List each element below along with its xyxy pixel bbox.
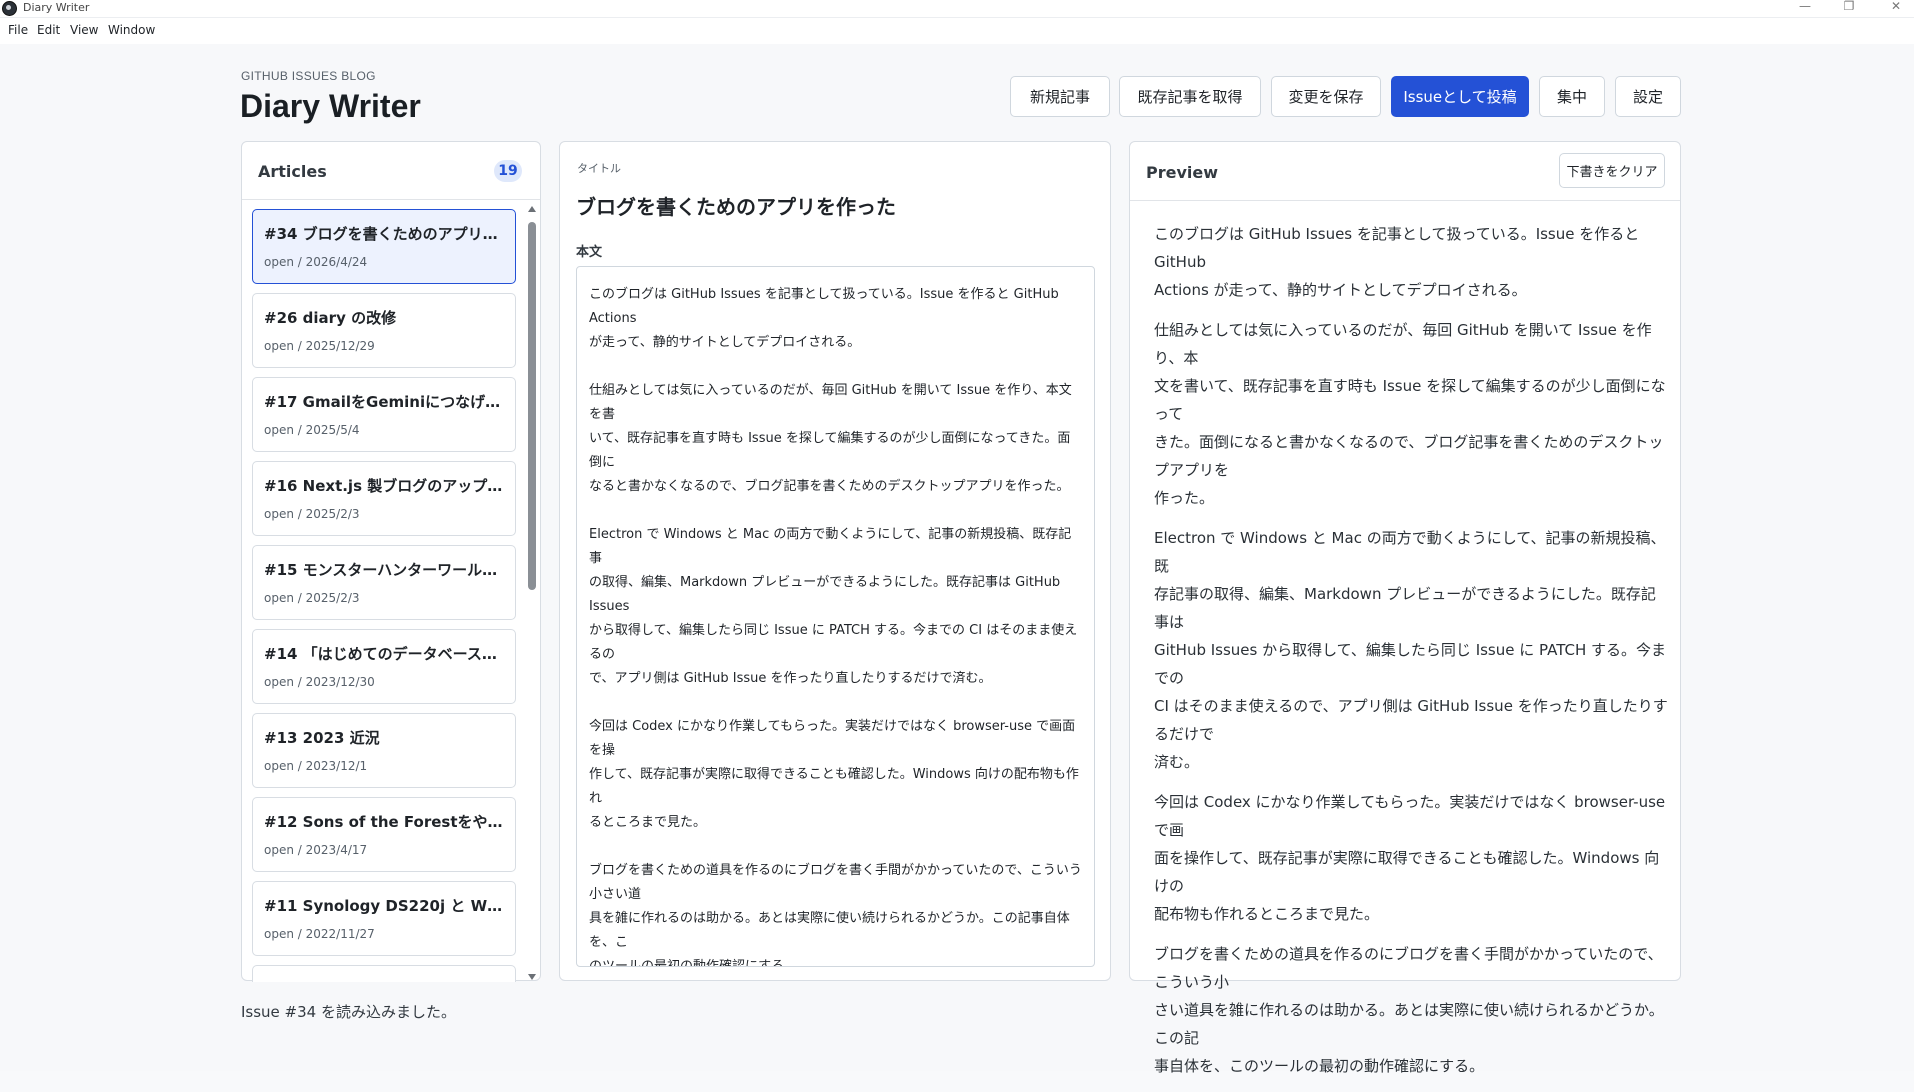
preview-paragraph: 仕組みとしては気に入っているのだが、毎回 GitHub を開いて Issue を… <box>1154 321 1666 507</box>
article-meta: open / 2025/2/3 <box>264 507 360 521</box>
body-paragraph: ブログを書くための道具を作るのにブログを書く手間がかかっていたので、こういう小さ… <box>589 863 1082 967</box>
menu-bar: File Edit View Window <box>0 18 1914 45</box>
article-item[interactable]: #14 「はじめてのデータベース設計」... open / 2023/12/30 <box>252 629 516 704</box>
preview-paragraph: このブログは GitHub Issues を記事として扱っている。Issue を… <box>1154 225 1640 299</box>
article-list[interactable]: #34 ブログを書くためのアプリを作った open / 2026/4/24 #2… <box>252 209 518 982</box>
title-label: タイトル <box>577 162 621 175</box>
scroll-up-icon[interactable] <box>528 206 536 212</box>
article-title: #26 diary の改修 <box>264 309 397 327</box>
app-icon <box>2 1 17 16</box>
post-issue-button[interactable]: Issueとして投稿 <box>1391 76 1529 117</box>
article-item[interactable]: #26 diary の改修 open / 2025/12/29 <box>252 293 516 368</box>
article-title: #12 Sons of the Forestをやり終えた <box>264 813 508 831</box>
article-item[interactable]: #17 GmailをGeminiにつなげる方法 open / 2025/5/4 <box>252 377 516 452</box>
window-title: Diary Writer <box>23 1 90 14</box>
body-textarea[interactable]: このブログは GitHub Issues を記事として扱っている。Issue を… <box>576 266 1095 967</box>
preview-heading: Preview <box>1146 163 1219 182</box>
body-label: 本文 <box>576 245 603 260</box>
close-icon[interactable]: ✕ <box>1884 0 1908 15</box>
new-article-button[interactable]: 新規記事 <box>1010 76 1110 117</box>
settings-button[interactable]: 設定 <box>1615 76 1681 117</box>
article-meta: open / 2026/4/24 <box>264 255 368 269</box>
title-input[interactable] <box>576 188 1056 222</box>
editor-panel: タイトル 本文 このブログは GitHub Issues を記事として扱っている… <box>559 141 1111 981</box>
article-meta: open / 2025/12/29 <box>264 339 375 353</box>
preview-content: このブログは GitHub Issues を記事として扱っている。Issue を… <box>1154 220 1669 1092</box>
body-paragraph: Electron で Windows と Mac の両方で動くようにして、記事の… <box>589 527 1078 686</box>
maximize-icon[interactable]: ❐ <box>1837 0 1861 15</box>
articles-heading: Articles <box>258 162 327 181</box>
article-item[interactable]: #13 2023 近況 open / 2023/12/1 <box>252 713 516 788</box>
menu-window[interactable]: Window <box>108 23 155 37</box>
article-item[interactable]: #11 Synology DS220j と WD80E... open / 20… <box>252 881 516 956</box>
article-title: #16 Next.js 製ブログのアップデート... <box>264 477 508 495</box>
article-item[interactable]: #34 ブログを書くためのアプリを作った open / 2026/4/24 <box>252 209 516 284</box>
article-title: #15 モンスターハンターワールドをはじ... <box>264 561 508 579</box>
save-changes-button[interactable]: 変更を保存 <box>1271 76 1381 117</box>
preview-panel: Preview 下書きをクリア このブログは GitHub Issues を記事… <box>1129 141 1681 1075</box>
article-title: #14 「はじめてのデータベース設計」... <box>264 645 508 663</box>
body-paragraph: このブログは GitHub Issues を記事として扱っている。Issue を… <box>589 287 1059 350</box>
article-list-scrollbar[interactable] <box>526 204 538 982</box>
article-item[interactable]: #16 Next.js 製ブログのアップデート... open / 2025/2… <box>252 461 516 536</box>
article-meta: open / 2025/2/3 <box>264 591 360 605</box>
articles-header-divider <box>242 199 540 200</box>
articles-count-badge: 19 <box>494 160 522 182</box>
body-paragraph: 仕組みとしては気に入っているのだが、毎回 GitHub を開いて Issue を… <box>589 383 1072 494</box>
menu-view[interactable]: View <box>70 23 98 37</box>
minimize-icon[interactable]: — <box>1793 0 1817 15</box>
body-paragraph: 今回は Codex にかなり作業してもらった。実装だけではなく browser-… <box>589 719 1079 830</box>
focus-button[interactable]: 集中 <box>1539 76 1605 117</box>
article-title: #17 GmailをGeminiにつなげる方法 <box>264 393 508 411</box>
menu-edit[interactable]: Edit <box>37 23 60 37</box>
scrollbar-thumb[interactable] <box>528 222 536 590</box>
preview-paragraph: 今回は Codex にかなり作業してもらった。実装だけではなく browser-… <box>1154 793 1666 923</box>
article-meta: open / 2023/12/1 <box>264 759 368 773</box>
status-message: Issue #34 を読み込みました。 <box>241 1003 456 1021</box>
scroll-down-icon[interactable] <box>528 974 536 980</box>
menu-file[interactable]: File <box>8 23 28 37</box>
preview-paragraph: Electron で Windows と Mac の両方で動くようにして、記事の… <box>1154 529 1668 771</box>
article-meta: open / 2022/11/27 <box>264 927 375 941</box>
article-meta: open / 2025/5/4 <box>264 423 360 437</box>
article-item[interactable] <box>252 965 516 982</box>
article-item[interactable]: #15 モンスターハンターワールドをはじ... open / 2025/2/3 <box>252 545 516 620</box>
article-meta: open / 2023/4/17 <box>264 843 368 857</box>
window-titlebar: Diary Writer — ❐ ✕ <box>0 0 1914 18</box>
article-title: #13 2023 近況 <box>264 729 380 747</box>
article-meta: open / 2023/12/30 <box>264 675 375 689</box>
app-eyebrow: GITHUB ISSUES BLOG <box>241 69 376 83</box>
fetch-existing-button[interactable]: 既存記事を取得 <box>1119 76 1261 117</box>
preview-paragraph: ブログを書くための道具を作るのにブログを書く手間がかかっていたので、こういう小さ… <box>1154 945 1664 1075</box>
clear-draft-button[interactable]: 下書きをクリア <box>1559 153 1665 188</box>
article-item[interactable]: #12 Sons of the Forestをやり終えた open / 2023… <box>252 797 516 872</box>
preview-header-divider <box>1130 200 1680 201</box>
articles-panel: Articles 19 #34 ブログを書くためのアプリを作った open / … <box>241 141 541 982</box>
page-title: Diary Writer <box>240 88 421 124</box>
article-title: #34 ブログを書くためのアプリを作った <box>264 225 508 243</box>
article-title: #11 Synology DS220j と WD80E... <box>264 897 508 915</box>
